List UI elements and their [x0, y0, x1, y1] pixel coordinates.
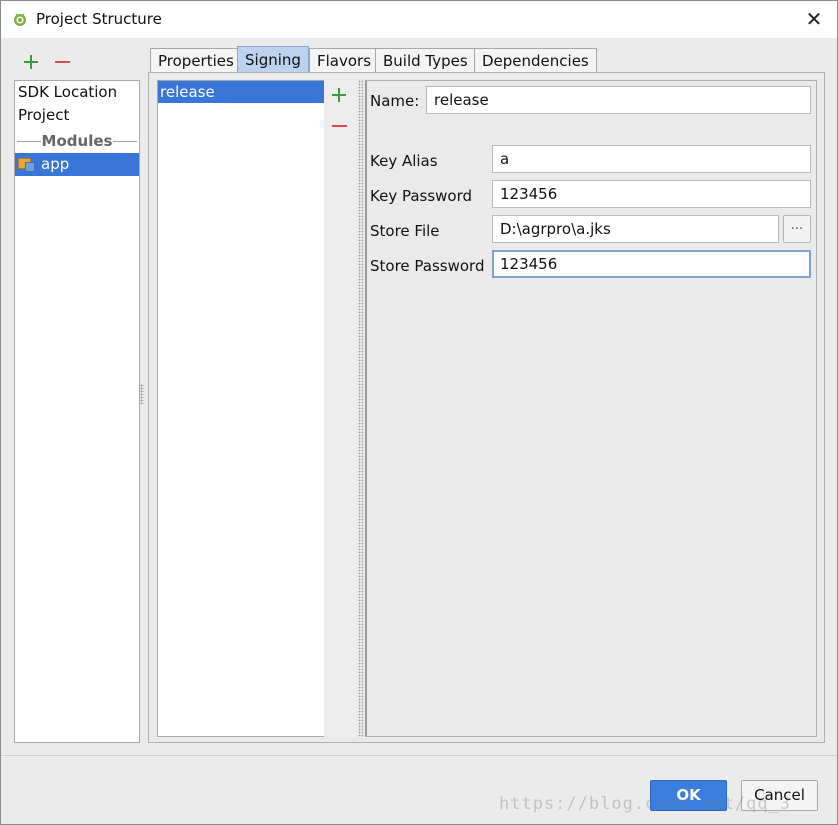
close-button[interactable]: ✕: [803, 8, 825, 30]
key-password-field[interactable]: [492, 180, 811, 208]
store-password-field[interactable]: [492, 250, 811, 278]
remove-signing-config-button[interactable]: [330, 116, 350, 136]
store-file-label: Store File: [370, 222, 440, 240]
list-item[interactable]: release: [158, 81, 324, 103]
dialog-body: SDK Location Project Modules app Propert…: [1, 38, 837, 824]
project-structure-dialog: Project Structure ✕ SDK Location Project…: [0, 0, 838, 825]
tab-properties[interactable]: Properties: [150, 48, 242, 72]
footer-divider: [1, 755, 837, 756]
sidebar-item-label: app: [41, 155, 70, 173]
browse-store-file-button[interactable]: ...: [783, 215, 811, 243]
sidebar-splitter[interactable]: [140, 384, 144, 404]
title-bar: Project Structure ✕: [1, 1, 837, 38]
signing-tab-content: release Name: release Key Alias a Key Pa…: [148, 72, 825, 743]
remove-module-button[interactable]: [53, 52, 73, 72]
list-splitter[interactable]: [358, 80, 363, 737]
tab-signing[interactable]: Signing: [237, 46, 309, 72]
android-icon: [14, 13, 26, 26]
tab-flavors[interactable]: Flavors: [309, 48, 380, 72]
module-folder-icon: [18, 158, 35, 172]
key-alias-field[interactable]: [492, 145, 811, 173]
signing-config-form: Name: Key Alias Key Password Store File …: [365, 80, 817, 737]
add-signing-config-button[interactable]: [330, 85, 350, 105]
store-file-field[interactable]: [492, 215, 779, 243]
name-field[interactable]: [426, 86, 811, 114]
tab-build-types[interactable]: Build Types: [375, 48, 476, 72]
store-password-label: Store Password: [370, 257, 485, 275]
sidebar-item-app[interactable]: app: [15, 153, 139, 176]
signing-config-list: release: [157, 80, 325, 737]
sidebar-item-project[interactable]: Project: [15, 104, 139, 127]
watermark-text: https://blog.csdn.net/qq_3: [499, 794, 792, 814]
modules-section-header: Modules: [15, 131, 139, 151]
signing-list-toolbar: [324, 80, 356, 737]
structure-sidebar: SDK Location Project Modules app: [14, 80, 140, 743]
key-password-label: Key Password: [370, 187, 473, 205]
add-module-button[interactable]: [22, 52, 42, 72]
sidebar-item-sdk-location[interactable]: SDK Location: [15, 81, 139, 104]
close-icon: ✕: [805, 7, 823, 31]
tab-dependencies[interactable]: Dependencies: [474, 48, 597, 72]
name-label: Name:: [370, 92, 420, 110]
key-alias-label: Key Alias: [370, 152, 438, 170]
tab-pane: Properties Signing Flavors Build Types D…: [148, 46, 825, 743]
window-title: Project Structure: [36, 10, 162, 28]
